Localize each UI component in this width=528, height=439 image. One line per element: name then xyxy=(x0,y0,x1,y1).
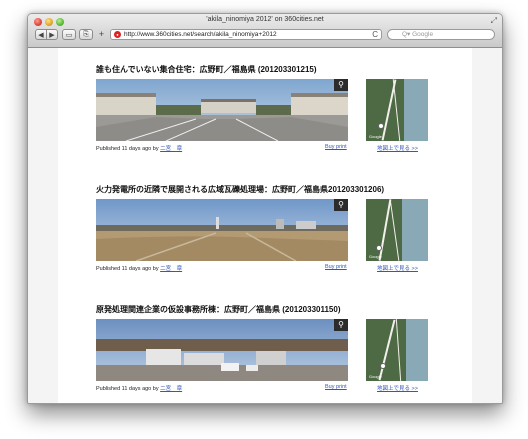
published-text: Published 11 days ago by xyxy=(96,386,159,392)
map-water xyxy=(402,199,428,261)
post-title[interactable]: 火力発電所の近隣で展開される広域瓦礫処理場：広野町／福島県20120330120… xyxy=(96,184,384,195)
map-water xyxy=(406,319,428,381)
published-text: Published 11 days ago by xyxy=(96,266,159,272)
map-road xyxy=(389,199,400,261)
panorama-image-1 xyxy=(96,79,348,141)
map-road xyxy=(395,319,402,381)
author-link[interactable]: 二宮 章 xyxy=(160,146,182,152)
buy-print-link[interactable]: Buy print xyxy=(325,384,347,390)
page-viewport[interactable]: 誰も住んでいない集合住宅：広野町／福島県 (201203301215) ⚲ Go… xyxy=(28,48,502,403)
author-link[interactable]: 二宮 章 xyxy=(160,386,182,392)
panorama-thumbnail[interactable]: ⚲ xyxy=(96,79,348,141)
search-field[interactable]: Q▾ Google xyxy=(387,29,495,40)
browser-window: 'akila_ninomiya 2012' on 360cities.net ⤢… xyxy=(27,13,503,404)
location-map[interactable]: Google xyxy=(366,79,428,141)
fullscreen-icon[interactable]: ⤢ xyxy=(491,16,497,26)
search-placeholder: Q▾ Google xyxy=(402,31,434,38)
page-content: 誰も住んでいない集合住宅：広野町／福島県 (201203301215) ⚲ Go… xyxy=(58,48,472,403)
map-marker-icon xyxy=(380,363,386,369)
add-bookmark-button[interactable]: + xyxy=(96,28,107,39)
url-text: http://www.360cities.net/search/akila_ni… xyxy=(124,31,277,38)
book-icon: ▭ xyxy=(65,31,73,39)
view-on-map-link[interactable]: 地図上で見る >> xyxy=(377,384,418,392)
google-logo: Google xyxy=(369,374,382,379)
address-bar[interactable]: ● http://www.360cities.net/search/akila_… xyxy=(110,29,382,40)
author-link[interactable]: 二宮 章 xyxy=(160,266,182,272)
published-text: Published 11 days ago by xyxy=(96,146,159,152)
zoom-icon[interactable]: ⚲ xyxy=(334,319,348,331)
post-title[interactable]: 誰も住んでいない集合住宅：広野町／福島県 (201203301215) xyxy=(96,64,317,75)
panorama-image-2 xyxy=(96,199,348,261)
zoom-icon[interactable]: ⚲ xyxy=(334,199,348,211)
panorama-thumbnail[interactable]: ⚲ xyxy=(96,199,348,261)
google-logo: Google xyxy=(369,134,382,139)
google-logo: Google xyxy=(369,254,382,259)
view-on-map-link[interactable]: 地図上で見る >> xyxy=(377,144,418,152)
map-marker-icon xyxy=(378,123,384,129)
bookmarks-button[interactable]: ▭ xyxy=(62,29,76,40)
map-road xyxy=(392,79,401,141)
share-icon: ⎘ xyxy=(83,30,89,38)
view-on-map-link[interactable]: 地図上で見る >> xyxy=(377,264,418,272)
panorama-image-3 xyxy=(96,319,348,381)
location-map[interactable]: Google xyxy=(366,319,428,381)
map-road xyxy=(378,319,396,381)
panorama-thumbnail[interactable]: ⚲ xyxy=(96,319,348,381)
buy-print-link[interactable]: Buy print xyxy=(325,264,347,270)
post-meta: Published 11 days ago by 二宮 章 xyxy=(96,384,182,392)
post-title[interactable]: 原発処理関連企業の仮設事務所棟：広野町／福島県 (201203301150) xyxy=(96,304,341,315)
title-bar: 'akila_ninomiya 2012' on 360cities.net ⤢… xyxy=(28,14,502,48)
post-meta: Published 11 days ago by 二宮 章 xyxy=(96,144,182,152)
share-button[interactable]: ⎘ xyxy=(79,29,93,40)
map-road xyxy=(378,199,392,261)
buy-print-link[interactable]: Buy print xyxy=(325,144,347,150)
reload-icon[interactable]: C xyxy=(372,30,378,40)
zoom-icon[interactable]: ⚲ xyxy=(334,79,348,91)
window-title: 'akila_ninomiya 2012' on 360cities.net xyxy=(206,16,324,23)
map-marker-icon xyxy=(376,245,382,251)
post-meta: Published 11 days ago by 二宮 章 xyxy=(96,264,182,272)
site-favicon-icon: ● xyxy=(114,31,121,38)
map-water xyxy=(404,79,428,141)
location-map[interactable]: Google xyxy=(366,199,428,261)
forward-button[interactable]: ▶ xyxy=(46,29,58,40)
